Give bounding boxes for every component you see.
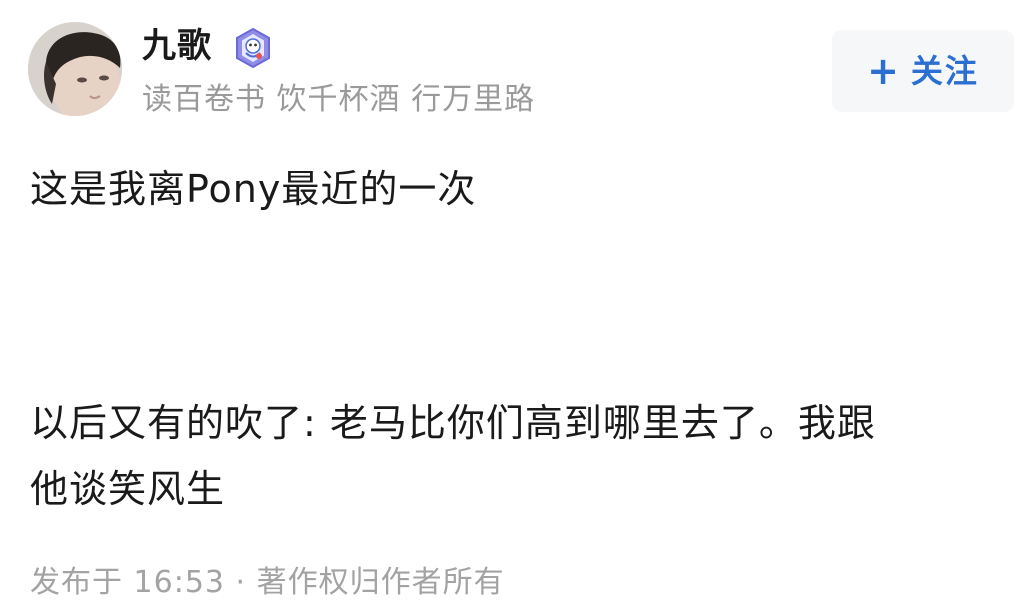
avatar-photo — [28, 22, 122, 116]
post-card: 九歌 读百卷书 饮千杯酒 行万里路 + 关注 这是我离Pony最近的一次 以后又… — [0, 0, 1028, 613]
post-meta: 发布于 16:53 · 著作权归作者所有 — [30, 565, 505, 600]
author-bio: 读百卷书 饮千杯酒 行万里路 — [142, 82, 536, 117]
verified-badge-icon — [232, 27, 274, 69]
author-avatar[interactable] — [28, 22, 122, 116]
plus-icon: + — [867, 49, 899, 93]
post-paragraph: 这是我离Pony最近的一次 — [30, 167, 477, 211]
author-name[interactable]: 九歌 — [142, 24, 212, 68]
post-paragraph: 以后又有的吹了: 老马比你们高到哪里去了。我跟 他谈笑风生 — [30, 401, 876, 511]
follow-button[interactable]: + 关注 — [832, 30, 1014, 112]
follow-button-label: 关注 — [910, 52, 979, 90]
